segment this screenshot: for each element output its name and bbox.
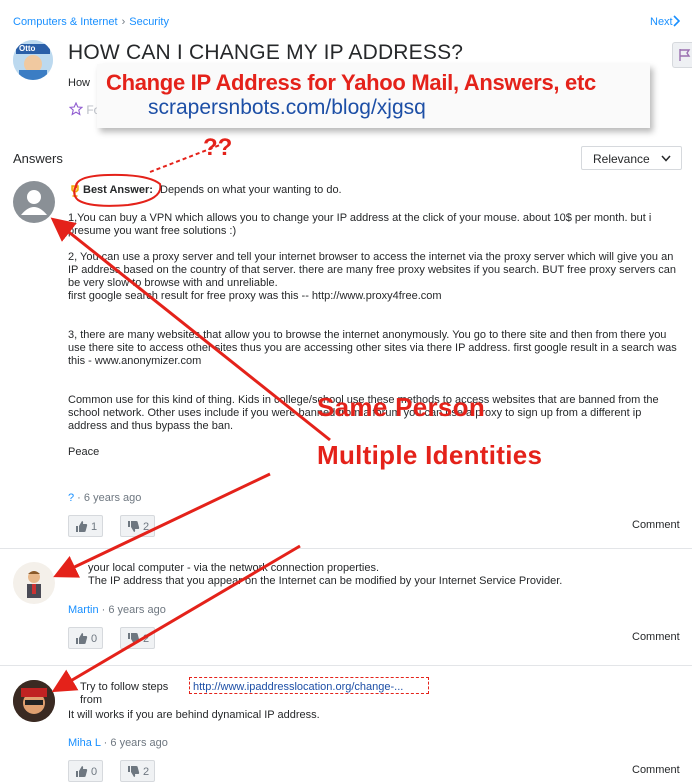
answer-divider	[0, 548, 692, 549]
answer-author[interactable]: ?	[68, 492, 74, 504]
answer-time: 6 years ago	[110, 737, 168, 749]
answer-divider	[0, 665, 692, 666]
answer-time: 6 years ago	[83, 492, 142, 504]
answer-meta: Miha L · 6 years ago	[68, 737, 168, 749]
answer-body: your local computer - via the network co…	[88, 562, 563, 587]
breadcrumb-category[interactable]: Computers & Internet	[13, 16, 118, 28]
breadcrumb: Computers & Internet › Security	[13, 16, 169, 28]
annotation-question-marks: ??	[203, 134, 233, 161]
upvote-button[interactable]: 1	[68, 515, 103, 537]
answer-author[interactable]: Miha L	[68, 737, 101, 749]
flag-icon	[679, 49, 691, 61]
question-title: HOW CAN I CHANGE MY IP ADDRESS?	[68, 41, 464, 64]
sort-selected: Relevance	[593, 152, 650, 166]
answer-paragraph: 2, You can use a proxy server and tell y…	[68, 251, 676, 302]
upvote-button[interactable]: 0	[68, 760, 103, 782]
answer-intro: Depends on what your wanting to do.	[160, 184, 342, 196]
asker-avatar-label: Otto	[19, 44, 36, 53]
promo-url[interactable]: scrapersnbots.com/blog/xjgsq	[148, 96, 426, 120]
answers-heading: Answers	[13, 151, 63, 166]
thumbs-up-icon	[76, 766, 88, 777]
question-details: How	[68, 77, 91, 89]
thumbs-up-icon	[76, 633, 88, 644]
answer-body: 1,You can buy a VPN which allows you to …	[68, 212, 680, 472]
promo-headline: Change IP Address for Yahoo Mail, Answer…	[106, 70, 596, 95]
comment-button[interactable]: Comment	[632, 631, 680, 643]
report-flag-button[interactable]	[672, 42, 692, 68]
answer-body: It will works if you are behind dynamica…	[68, 709, 320, 721]
upvote-button[interactable]: 0	[68, 627, 103, 649]
chevron-right-icon[interactable]	[672, 15, 680, 27]
annotation-multiple-identities: Multiple Identities	[317, 440, 543, 470]
breadcrumb-subcategory[interactable]: Security	[129, 16, 169, 28]
next-link[interactable]: Next	[650, 16, 673, 28]
downvote-count: 2	[143, 633, 150, 645]
annotation-same-person: Same Person	[317, 392, 486, 422]
avatar-anonymous[interactable]	[13, 181, 55, 223]
downvote-count: 2	[143, 521, 150, 533]
star-icon	[68, 101, 84, 116]
comment-button[interactable]: Comment	[632, 764, 680, 776]
upvote-count: 1	[91, 521, 98, 533]
downvote-count: 2	[143, 766, 150, 778]
answer-paragraph: 3, there are many websites that allow yo…	[68, 329, 677, 367]
downvote-button[interactable]: 2	[120, 515, 155, 537]
chevron-down-icon[interactable]	[661, 155, 671, 162]
avatar-miha[interactable]	[13, 680, 55, 722]
upvote-count: 0	[91, 633, 98, 645]
annotation-circle	[73, 173, 162, 207]
answer-meta: ? · 6 years ago	[68, 492, 142, 504]
thumbs-down-icon	[128, 521, 140, 532]
thumbs-down-icon	[128, 766, 140, 777]
downvote-button[interactable]: 2	[120, 627, 155, 649]
answer-lead: Try to follow steps from	[80, 681, 169, 706]
answer-time: 6 years ago	[108, 604, 166, 616]
asker-avatar[interactable]: Otto	[13, 40, 53, 80]
thumbs-down-icon	[128, 633, 140, 644]
answer-author[interactable]: Martin	[68, 604, 99, 616]
avatar-martin[interactable]	[13, 562, 55, 604]
upvote-count: 0	[91, 766, 98, 778]
downvote-button[interactable]: 2	[120, 760, 155, 782]
thumbs-up-icon	[76, 521, 88, 532]
annotation-link-box	[189, 677, 429, 694]
answer-paragraph: 1,You can buy a VPN which allows you to …	[68, 212, 652, 237]
comment-button[interactable]: Comment	[632, 519, 680, 531]
answer-meta: Martin · 6 years ago	[68, 604, 166, 616]
chevron-right-icon: ›	[121, 16, 126, 28]
